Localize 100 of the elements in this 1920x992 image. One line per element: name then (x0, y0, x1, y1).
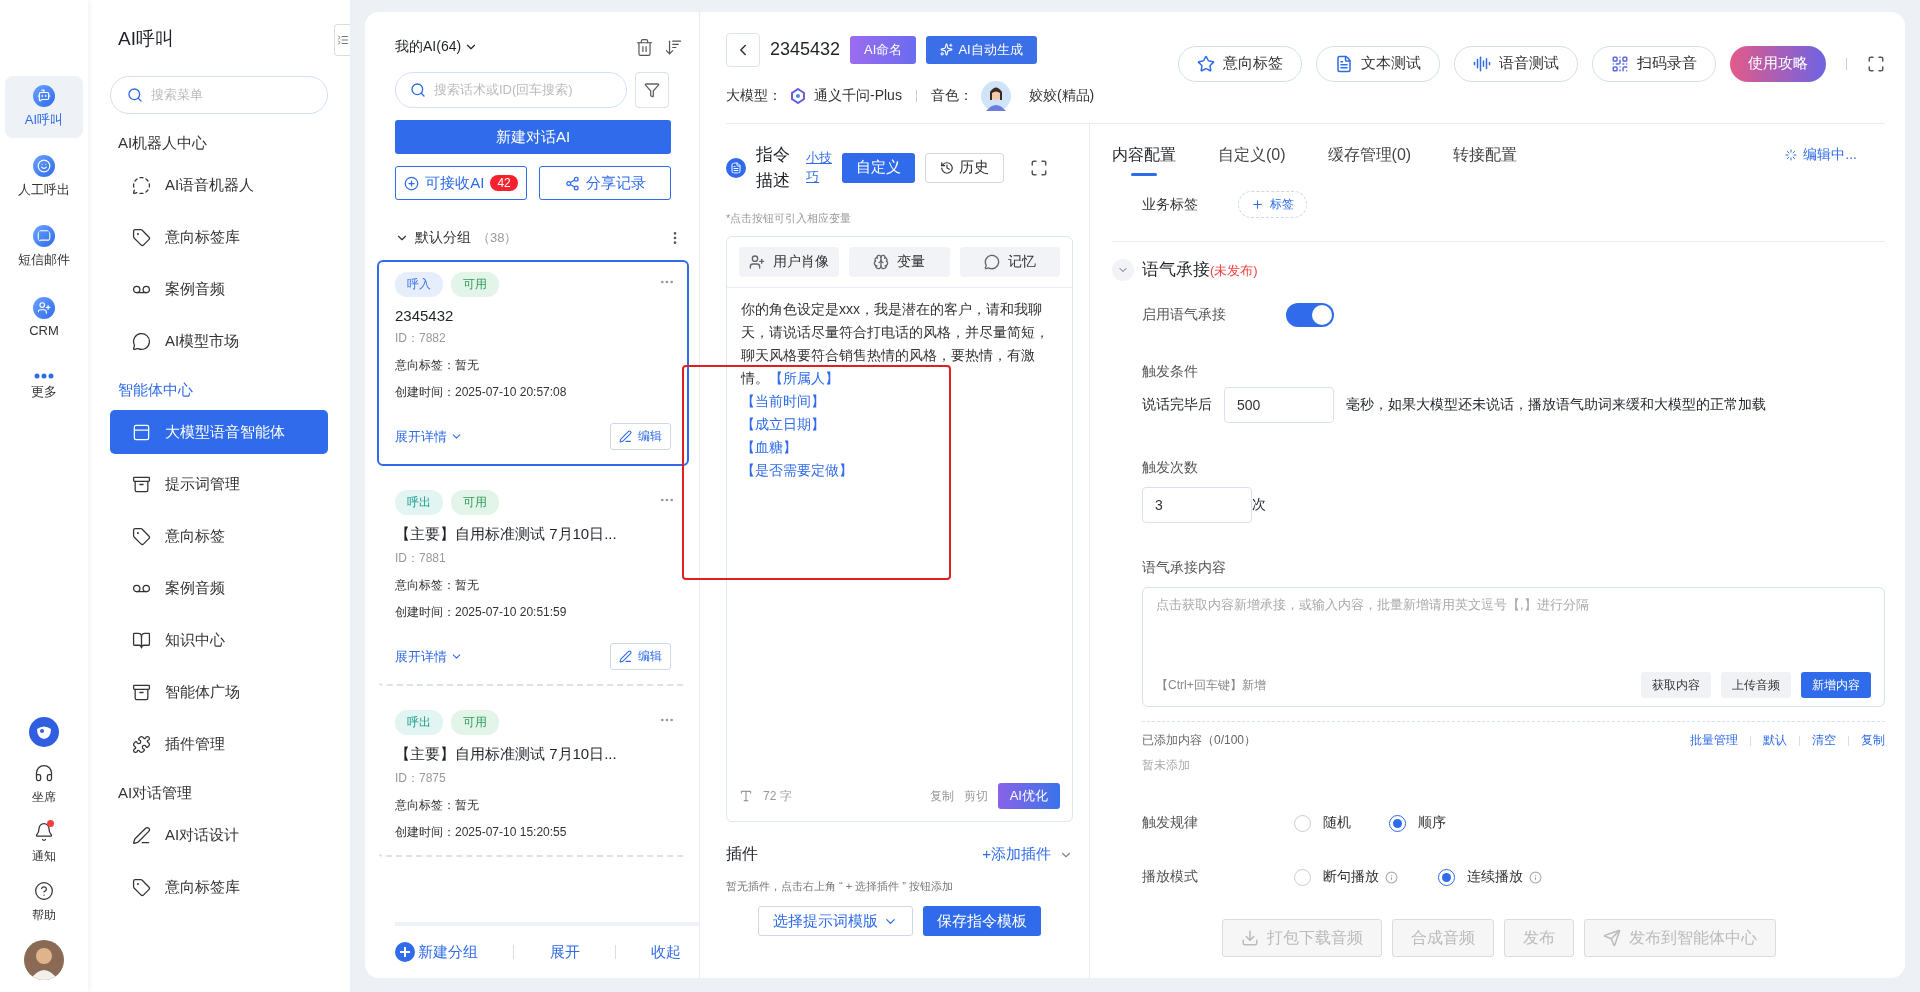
content-textarea[interactable]: 点击获取内容新增承接，或输入内容，批量新增请用英文逗号【,】进行分隔 【Ctrl+回车键】新增 获取内容 上传音频 新增内容 (1142, 587, 1885, 707)
trash-icon[interactable] (635, 37, 654, 57)
list-title-dropdown[interactable]: 我的AI(64) (395, 38, 479, 56)
rail-item[interactable]: CRM (5, 286, 83, 348)
menu-item[interactable]: 知识中心 (110, 618, 328, 662)
agent-card[interactable]: 呼出 可用 【主要】自用标准测试 7月10日... ID：7875 意向标签：暂无 创建时间：2025-07-10 15:20:55 (377, 698, 689, 857)
add-tag-button[interactable]: 标签 (1238, 191, 1307, 218)
variable-link[interactable]: 【血糖】 (741, 439, 797, 455)
menu-item[interactable]: 智能体广场 (110, 670, 328, 714)
menu-item[interactable]: 插件管理 (110, 722, 328, 766)
share-records-button[interactable]: 分享记录 (539, 166, 671, 200)
edit-button[interactable]: 编辑 (610, 643, 671, 670)
menu-item[interactable]: 案例音频 (110, 566, 328, 610)
rail-item[interactable]: 更多 (5, 356, 83, 418)
new-ai-button[interactable]: 新建对话AI (395, 120, 671, 154)
unit-label: 次 (1252, 496, 1266, 514)
variable-button[interactable]: 变量 (849, 247, 950, 277)
edit-button[interactable]: 编辑 (610, 423, 671, 450)
card-title: 【主要】自用标准测试 7月10日... (395, 745, 618, 764)
menu-item[interactable]: 意向标签库 (110, 865, 328, 909)
add-plugin-link[interactable]: +添加插件 (982, 845, 1051, 864)
variable-button[interactable]: 记忆 (959, 247, 1060, 277)
menu-item[interactable]: 意向标签库 (110, 215, 328, 259)
content-link[interactable]: 复制 (1861, 732, 1885, 749)
content-link[interactable]: 清空 (1812, 732, 1836, 749)
expand-link[interactable]: 展开详情 (395, 427, 463, 446)
content-button[interactable]: 新增内容 (1801, 672, 1871, 698)
menu-item[interactable]: 案例音频 (110, 267, 328, 311)
tab[interactable]: 内容配置 (1112, 124, 1176, 186)
user-avatar[interactable] (24, 940, 64, 980)
template-select[interactable]: 选择提示词模版 (758, 906, 913, 936)
receive-ai-button[interactable]: 可接收AI 42 (395, 166, 527, 200)
menu-item[interactable]: 大模型语音智能体 (110, 410, 328, 454)
expand-all-link[interactable]: 展开 (549, 942, 580, 962)
radio-option[interactable]: 随机 (1294, 814, 1351, 832)
expand-link[interactable]: 展开详情 (395, 647, 463, 666)
robot-icon (33, 85, 55, 107)
agent-card[interactable]: 呼出 可用 【主要】自用标准测试 7月10日... ID：7881 意向标签：暂无 创建时间：2025-07-10 20:51:59 展开详情 编辑 (377, 478, 689, 686)
pen-icon (619, 430, 632, 443)
radio-option[interactable]: 断句播放 (1294, 868, 1398, 886)
rail-button[interactable]: 通知 (32, 822, 56, 865)
rail-button[interactable]: 帮助 (32, 881, 56, 924)
radio-option[interactable]: 连续播放 (1438, 868, 1542, 886)
more-icon (34, 373, 54, 379)
collapse-all-link[interactable]: 收起 (651, 942, 681, 962)
variable-link[interactable]: 【是否需要定做】 (741, 462, 853, 478)
menu-item[interactable]: 提示词管理 (110, 462, 328, 506)
rail-item[interactable]: 人工呼出 (5, 146, 83, 208)
content-link[interactable]: 批量管理 (1690, 732, 1738, 749)
download-icon (1240, 929, 1259, 947)
menu-item[interactable]: AI对话设计 (110, 813, 328, 857)
ai-name-button[interactable]: AI命名 (850, 35, 917, 64)
fullscreen-icon[interactable] (1030, 158, 1048, 177)
tab[interactable]: 缓存管理(0) (1327, 124, 1412, 186)
ai-generate-button[interactable]: AI自动生成 (926, 35, 1037, 64)
radio-option[interactable]: 顺序 (1389, 814, 1446, 832)
user-plus-icon (749, 254, 766, 270)
save-template-button[interactable]: 保存指令模板 (923, 906, 1041, 936)
ai-optimize-button[interactable]: AI优化 (997, 783, 1060, 809)
count-input[interactable]: 3 (1142, 487, 1252, 523)
action-button[interactable]: 语音测试 (1454, 45, 1578, 82)
content-button[interactable]: 上传音频 (1721, 672, 1791, 698)
tips-link[interactable]: 小技巧 (806, 149, 832, 186)
tab[interactable]: 自定义(0) (1218, 124, 1286, 186)
fullscreen-icon[interactable] (1867, 54, 1885, 73)
variable-button[interactable]: 用户肖像 (739, 247, 840, 277)
rail-item[interactable]: AI呼叫 (5, 76, 83, 138)
variable-link[interactable]: 【成立日期】 (741, 416, 825, 432)
shortcut-hint: 【Ctrl+回车键】新增 (1156, 676, 1266, 694)
content-button[interactable]: 获取内容 (1641, 672, 1711, 698)
custom-button[interactable]: 自定义 (842, 152, 915, 183)
history-button[interactable]: 历史 (925, 152, 1004, 183)
status-tag: 呼入 (395, 272, 443, 297)
group-header[interactable]: 默认分组 （38） (395, 229, 518, 247)
rail-button[interactable]: 坐席 (32, 763, 56, 806)
menu-item[interactable]: 意向标签 (110, 514, 328, 558)
card-id: ID：7881 (395, 550, 447, 567)
action-button[interactable]: 意向标签 (1178, 45, 1302, 82)
new-group-button[interactable]: 新建分组 (395, 942, 478, 962)
menu-item[interactable]: AI语音机器人 (110, 163, 328, 207)
collapse-button[interactable] (334, 24, 350, 56)
prompt-editor[interactable]: 用户肖像 变量 记忆 你的角色设定是xxx，我是潜在的客户，请和我聊天，请说话尽量符合打电话的风格，并尽量简短，聊天风格要符合销售热情的风格，要热情，有激情。【所属人】 【当前时间】 【成立日期】 【血糖】 【是否需要定做】 72 字 复制 剪切 AI优化 (726, 236, 1073, 822)
enable-switch[interactable] (1286, 303, 1334, 327)
text-count-icon (739, 789, 753, 803)
search-icon (410, 82, 426, 98)
variable-link[interactable]: 【所属人】 (769, 370, 839, 386)
action-button[interactable]: 扫码录音 (1592, 45, 1716, 82)
edit-status: 编辑中... (1803, 146, 1857, 164)
menu-item[interactable]: AI模型市场 (110, 319, 328, 363)
document-icon (726, 157, 746, 178)
filter-button[interactable] (635, 72, 669, 108)
action-button[interactable]: 文本测试 (1316, 45, 1440, 82)
tab[interactable]: 转接配置 (1453, 124, 1518, 186)
agent-card[interactable]: 呼入 可用 2345432 ID：7882 意向标签：暂无 创建时间：2025-07-10 20:57:08 展开详情 编辑 (377, 260, 689, 466)
delay-input[interactable]: 500 (1224, 387, 1334, 423)
content-link[interactable]: 默认 (1763, 732, 1787, 749)
rail-item[interactable]: 短信邮件 (5, 216, 83, 278)
archive-icon (132, 682, 151, 702)
variable-link[interactable]: 【当前时间】 (741, 393, 825, 409)
guide-button[interactable]: 使用攻略 (1730, 45, 1826, 82)
